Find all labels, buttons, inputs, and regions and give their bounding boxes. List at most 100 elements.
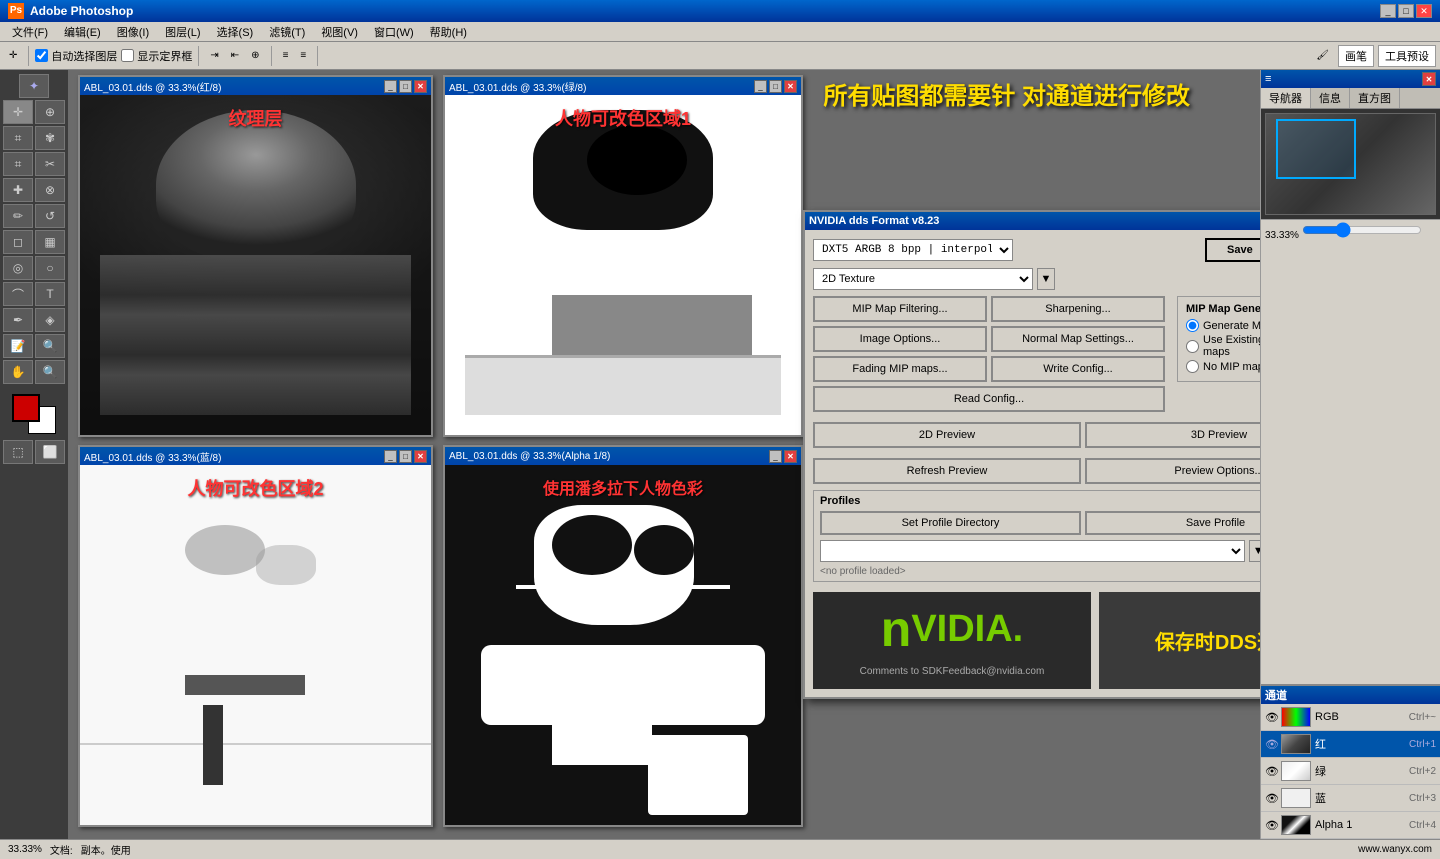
mip-generate-radio[interactable] — [1186, 319, 1199, 332]
lasso-tool[interactable]: ⌗ — [3, 126, 33, 150]
refresh-preview-btn[interactable]: Refresh Preview — [813, 458, 1081, 484]
preview-btns-row-2: Refresh Preview Preview Options... — [813, 458, 1260, 484]
mip-radio-existing-row: Use Existing MIP maps 11 ▼ — [1186, 334, 1260, 358]
mip-none-radio[interactable] — [1186, 360, 1199, 373]
zoom-tool[interactable]: 🔍 — [35, 360, 65, 384]
minimize-btn[interactable]: _ — [1380, 4, 1396, 18]
selection-tool[interactable]: ✦ — [19, 74, 49, 98]
crop-tool[interactable]: ⌗ — [3, 152, 33, 176]
menu-file[interactable]: 文件(F) — [4, 22, 56, 42]
mip-existing-radio[interactable] — [1186, 340, 1199, 353]
profile-select[interactable] — [820, 540, 1245, 562]
doc-window-green: ABL_03.01.dds @ 33.3%(绿/8) _ □ ✕ 人物可改色区域… — [443, 75, 803, 437]
menu-filter[interactable]: 滤镜(T) — [261, 22, 313, 42]
align-btn-2[interactable]: ≡ — [295, 47, 311, 64]
doc-close-alpha[interactable]: ✕ — [784, 450, 797, 463]
doc-close-green[interactable]: ✕ — [784, 80, 797, 93]
pen-tool[interactable]: ✒ — [3, 308, 33, 332]
channel-blue[interactable]: 👁 蓝 Ctrl+3 — [1261, 785, 1440, 812]
sharpening-btn[interactable]: Sharpening... — [991, 296, 1165, 322]
slice-tool[interactable]: ✂ — [35, 152, 65, 176]
tab-navigator[interactable]: 导航器 — [1261, 88, 1311, 108]
save-profile-btn[interactable]: Save Profile — [1085, 511, 1260, 535]
doc-maximize-blue[interactable]: □ — [399, 450, 412, 463]
align-btn-1[interactable]: ≡ — [278, 47, 294, 64]
menu-image[interactable]: 图像(I) — [109, 22, 157, 42]
doc-title-red: ABL_03.01.dds @ 33.3%(红/8) — [84, 79, 221, 94]
menu-edit[interactable]: 编辑(E) — [56, 22, 109, 42]
move-tool[interactable]: ✛ — [3, 100, 33, 124]
brush-icon[interactable]: 🖌 — [1311, 47, 1334, 64]
preview-options-btn[interactable]: Preview Options... — [1085, 458, 1260, 484]
clone-tool[interactable]: ⊗ — [35, 178, 65, 202]
eraser-tool[interactable]: ◻ — [3, 230, 33, 254]
magic-wand-tool[interactable]: ✾ — [35, 126, 65, 150]
3d-preview-btn[interactable]: 3D Preview — [1085, 422, 1260, 448]
close-btn[interactable]: ✕ — [1416, 4, 1432, 18]
move-tool-btn[interactable]: ✛ — [4, 47, 22, 64]
doc-close-red[interactable]: ✕ — [414, 80, 427, 93]
profiles-row1: Set Profile Directory Save Profile — [820, 511, 1260, 535]
channel-alpha1[interactable]: 👁 Alpha 1 Ctrl+4 — [1261, 812, 1440, 839]
custom-shape-tool[interactable]: ◈ — [35, 308, 65, 332]
read-config-btn[interactable]: Read Config... — [813, 386, 1165, 412]
hand-tool[interactable]: ✋ — [3, 360, 33, 384]
panel-close-btn[interactable]: ✕ — [1422, 72, 1436, 86]
menu-select[interactable]: 选择(S) — [209, 22, 262, 42]
tab-info[interactable]: 信息 — [1311, 88, 1350, 108]
color-swatches[interactable] — [12, 394, 56, 434]
zoom-slider[interactable] — [1302, 222, 1422, 238]
foreground-color-swatch[interactable] — [12, 394, 40, 422]
doc-maximize-green[interactable]: □ — [769, 80, 782, 93]
show-bounds-checkbox[interactable] — [121, 49, 134, 62]
brush-tool[interactable]: ✏ — [3, 204, 33, 228]
menu-help[interactable]: 帮助(H) — [422, 22, 475, 42]
profile-select-arrow[interactable]: ▼ — [1249, 540, 1260, 562]
doc-maximize-red[interactable]: □ — [399, 80, 412, 93]
mip-existing-label: Use Existing MIP maps — [1203, 334, 1260, 358]
doc-close-blue[interactable]: ✕ — [414, 450, 427, 463]
screen-mode-btn[interactable]: ⬜ — [35, 440, 65, 464]
channel-thumb-red — [1281, 734, 1311, 754]
type-tool[interactable]: T — [35, 282, 65, 306]
auto-select-checkbox[interactable] — [35, 49, 48, 62]
tab-histogram[interactable]: 直方图 — [1350, 88, 1400, 108]
zoom-tool-alt[interactable]: ⊕ — [35, 100, 65, 124]
image-options-btn[interactable]: Image Options... — [813, 326, 987, 352]
set-profile-dir-btn[interactable]: Set Profile Directory — [820, 511, 1081, 535]
2d-preview-btn[interactable]: 2D Preview — [813, 422, 1081, 448]
menu-window[interactable]: 窗口(W) — [366, 22, 422, 42]
doc-minimize-blue[interactable]: _ — [384, 450, 397, 463]
doc-minimize-alpha[interactable]: _ — [769, 450, 782, 463]
menu-layer[interactable]: 图层(L) — [157, 22, 208, 42]
texture-type-arrow[interactable]: ▼ — [1037, 268, 1055, 290]
normal-map-settings-btn[interactable]: Normal Map Settings... — [991, 326, 1165, 352]
eyedropper-tool[interactable]: 🔍 — [35, 334, 65, 358]
transform-btn-2[interactable]: ⇤ — [226, 47, 244, 64]
app-title: Adobe Photoshop — [30, 4, 133, 18]
channel-green[interactable]: 👁 绿 Ctrl+2 — [1261, 758, 1440, 785]
transform-btn-1[interactable]: ⇥ — [205, 47, 223, 64]
texture-type-select[interactable]: 2D Texture — [813, 268, 1033, 290]
menu-view[interactable]: 视图(V) — [313, 22, 366, 42]
channel-shortcut-blue: Ctrl+3 — [1409, 793, 1436, 804]
channel-rgb[interactable]: 👁 RGB Ctrl+~ — [1261, 704, 1440, 731]
channel-red[interactable]: 👁 红 Ctrl+1 — [1261, 731, 1440, 758]
doc-minimize-green[interactable]: _ — [754, 80, 767, 93]
transform-btn-3[interactable]: ⊕ — [246, 47, 264, 64]
mip-map-filtering-btn[interactable]: MIP Map Filtering... — [813, 296, 987, 322]
gradient-tool[interactable]: ▦ — [35, 230, 65, 254]
format-select[interactable]: DXT5 ARGB 8 bpp | interpolated alpha — [813, 239, 1013, 261]
doc-minimize-red[interactable]: _ — [384, 80, 397, 93]
fading-mip-maps-btn[interactable]: Fading MIP maps... — [813, 356, 987, 382]
history-brush-tool[interactable]: ↺ — [35, 204, 65, 228]
dodge-tool[interactable]: ○ — [35, 256, 65, 280]
write-config-btn[interactable]: Write Config... — [991, 356, 1165, 382]
quick-mask-btn[interactable]: ⬚ — [3, 440, 33, 464]
blur-tool[interactable]: ◎ — [3, 256, 33, 280]
maximize-btn[interactable]: □ — [1398, 4, 1414, 18]
heal-tool[interactable]: ✚ — [3, 178, 33, 202]
path-tool[interactable]: ⌒ — [3, 282, 33, 306]
notes-tool[interactable]: 📝 — [3, 334, 33, 358]
save-btn[interactable]: Save — [1205, 238, 1260, 262]
